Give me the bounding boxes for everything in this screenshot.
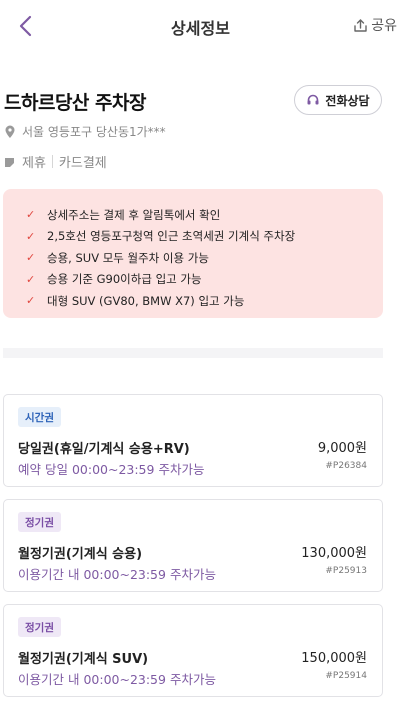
ticket-card-daily[interactable]: 시간권 당일권(휴일/기계식 승용+RV) 9,000원 예약 당일 00:00…: [3, 394, 383, 487]
check-icon: ✓: [26, 294, 36, 308]
ticket-type-badge: 정기권: [18, 512, 61, 532]
notice-box: ✓ 상세주소는 결제 후 알림톡에서 확인 ✓ 2,5호선 영등포구청역 인근 …: [3, 189, 383, 318]
check-icon: ✓: [26, 208, 36, 222]
ticket-description: 예약 당일 00:00~23:59 주차가능: [18, 462, 205, 477]
parking-lot-name: 드하르당산 주차장: [4, 92, 146, 114]
ticket-card-monthly-suv[interactable]: 정기권 월정기권(기계식 SUV) 150,000원 이용기간 내 00:00~…: [3, 604, 383, 697]
check-icon: ✓: [26, 272, 36, 286]
ticket-type-badge: 시간권: [18, 407, 61, 427]
notice-item: ✓ 상세주소는 결제 후 알림톡에서 확인: [26, 204, 383, 226]
tag-row: 제휴 카드결제: [4, 152, 107, 171]
ticket-price: 9,000원: [317, 441, 367, 456]
section-divider: [3, 348, 383, 358]
notice-item: ✓ 승용, SUV 모두 월주차 이용 가능: [26, 247, 383, 269]
notice-text: 승용 기준 G90이하급 입고 가능: [47, 272, 202, 287]
tag-card-payment: 카드결제: [58, 156, 107, 171]
notice-item: ✓ 2,5호선 영등포구청역 인근 초역세권 기계식 주차장: [26, 226, 383, 248]
tag-icon: [5, 157, 14, 167]
ticket-name: 당일권(휴일/기계식 승용+RV): [18, 442, 190, 457]
phone-consult-label: 전화상담: [325, 93, 370, 108]
ticket-code: #P25913: [325, 566, 367, 576]
tag-partner: 제휴: [22, 156, 46, 171]
notice-text: 승용, SUV 모두 월주차 이용 가능: [47, 250, 209, 265]
top-bar: 상세정보 공유: [0, 0, 401, 52]
ticket-code: #P26384: [325, 461, 367, 471]
share-label: 공유: [371, 18, 397, 34]
ticket-card-monthly-sedan[interactable]: 정기권 월정기권(기계식 승용) 130,000원 이용기간 내 00:00~2…: [3, 499, 383, 592]
ticket-description: 이용기간 내 00:00~23:59 주차가능: [18, 672, 216, 687]
headset-icon: [307, 94, 319, 105]
address-row: 서울 영등포구 당산동1가***: [4, 123, 166, 140]
notice-item: ✓ 승용 기준 G90이하급 입고 가능: [26, 269, 383, 291]
address-text: 서울 영등포구 당산동1가***: [22, 125, 166, 139]
ticket-name: 월정기권(기계식 SUV): [18, 652, 149, 667]
page-title: 상세정보: [171, 19, 230, 38]
phone-consult-button[interactable]: 전화상담: [294, 85, 382, 115]
location-pin-icon: [5, 125, 15, 138]
ticket-description: 이용기간 내 00:00~23:59 주차가능: [18, 567, 216, 582]
ticket-price: 130,000원: [301, 546, 367, 561]
notice-item: ✓ 대형 SUV (GV80, BMW X7) 입고 가능: [26, 290, 383, 312]
notice-text: 대형 SUV (GV80, BMW X7) 입고 가능: [47, 293, 245, 308]
notice-text: 상세주소는 결제 후 알림톡에서 확인: [47, 207, 221, 222]
check-icon: ✓: [26, 251, 36, 265]
share-icon: [354, 18, 367, 32]
ticket-code: #P25914: [325, 671, 367, 681]
share-button[interactable]: 공유: [353, 15, 397, 35]
tag-divider: [51, 155, 53, 168]
ticket-name: 월정기권(기계식 승용): [18, 547, 143, 562]
notice-text: 2,5호선 영등포구청역 인근 초역세권 기계식 주차장: [47, 229, 296, 244]
ticket-type-badge: 정기권: [18, 617, 61, 637]
check-icon: ✓: [26, 229, 36, 243]
ticket-price: 150,000원: [301, 651, 367, 666]
